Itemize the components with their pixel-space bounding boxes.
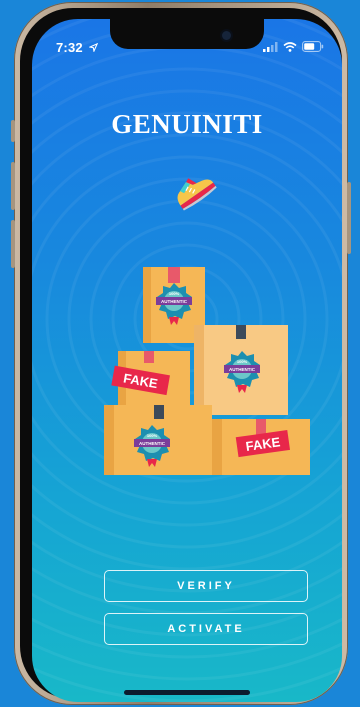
sneaker-icon [177,178,217,211]
box-middle-right: 100% AUTHENTIC [194,325,288,415]
app-title: GENUINITI [111,109,263,139]
power-button [347,182,351,254]
phone-frame: 7:32 GENUINITI 100% AUTHENTIC FAKE 100% … [11,2,351,705]
app-screen: 7:32 GENUINITI 100% AUTHENTIC FAKE 100% … [32,19,342,702]
box-middle-left: FAKE [111,351,190,409]
home-indicator[interactable] [124,690,250,695]
battery-icon [302,41,324,52]
volume-up-button [11,162,15,210]
stamp-percent-text: 100% [169,291,180,296]
stamp-label-text: AUTHENTIC [229,367,256,372]
phone-notch [110,19,264,49]
stamp-percent-text: 100% [237,359,248,364]
stamp-percent-text: 100% [147,433,158,438]
activate-button[interactable]: ACTIVATE [104,613,308,645]
front-camera [222,31,231,40]
phone-bezel: 7:32 GENUINITI 100% AUTHENTIC FAKE 100% … [20,8,342,702]
cellular-signal-icon [263,41,278,52]
status-time-text: 7:32 [56,40,83,55]
wifi-icon [283,41,297,52]
boxes-illustration: 100% AUTHENTIC FAKE 100% AUTHENTIC 100% … [104,267,310,475]
verify-button[interactable]: VERIFY [104,570,308,602]
mute-switch [11,120,15,142]
location-arrow-icon [87,42,98,53]
stamp-label-text: AUTHENTIC [139,441,166,446]
volume-down-button [11,220,15,268]
box-bottom-right: FAKE [212,419,310,475]
status-time: 7:32 [56,40,98,55]
stamp-label-text: AUTHENTIC [161,299,188,304]
box-bottom-left: 100% AUTHENTIC [104,405,212,475]
status-icons [263,41,324,52]
